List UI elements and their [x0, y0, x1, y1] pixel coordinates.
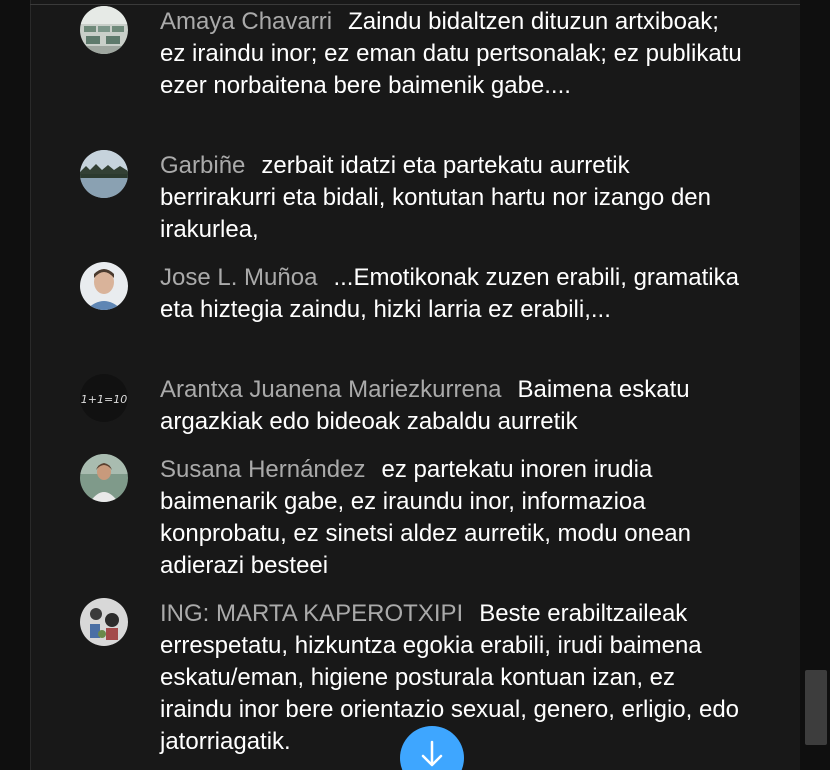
avatar[interactable]: 1+1=10 [80, 374, 128, 422]
message-text: ING: MARTA KAPEROTXIPI Beste erabiltzaile… [160, 598, 750, 758]
author-name[interactable]: Amaya Chavarri [160, 8, 332, 35]
author-name[interactable]: Susana Hernández [160, 456, 365, 483]
message-text: Amaya Chavarri Zaindu bidaltzen dituzun a… [160, 6, 750, 102]
message-text: Garbiñe zerbait idatzi eta partekatu aurr… [160, 150, 750, 246]
avatar[interactable] [80, 454, 128, 502]
group-photo-avatar-icon [80, 598, 128, 646]
top-divider [30, 4, 830, 5]
avatar[interactable] [80, 6, 128, 54]
classroom-avatar-icon [80, 6, 128, 54]
author-name[interactable]: Jose L. Muñoa [160, 264, 317, 291]
arrow-down-icon [421, 740, 443, 767]
avatar[interactable] [80, 150, 128, 198]
scrollbar-thumb[interactable] [805, 670, 827, 745]
author-name[interactable]: ING: MARTA KAPEROTXIPI [160, 600, 463, 627]
math-avatar-icon: 1+1=10 [80, 374, 128, 422]
author-name[interactable]: Garbiñe [160, 152, 245, 179]
svg-text:1+1=10: 1+1=10 [81, 393, 127, 406]
scrollbar-track[interactable] [800, 0, 830, 770]
person-avatar-icon [80, 262, 128, 310]
avatar[interactable] [80, 262, 128, 310]
person-avatar-icon [80, 454, 128, 502]
message-text: Arantxa Juanena Mariezkurrena Baimena esk… [160, 374, 750, 438]
author-name[interactable]: Arantxa Juanena Mariezkurrena [160, 376, 502, 403]
chat-page: Amaya Chavarri Zaindu bidaltzen dituzun a… [0, 0, 830, 770]
landscape-avatar-icon [80, 150, 128, 198]
message-text: Susana Hernández ez partekatu inoren irud… [160, 454, 750, 582]
left-gutter [0, 0, 30, 770]
avatar[interactable] [80, 598, 128, 646]
message-text: Jose L. Muñoa ...Emotikonak zuzen erabili… [160, 262, 750, 326]
